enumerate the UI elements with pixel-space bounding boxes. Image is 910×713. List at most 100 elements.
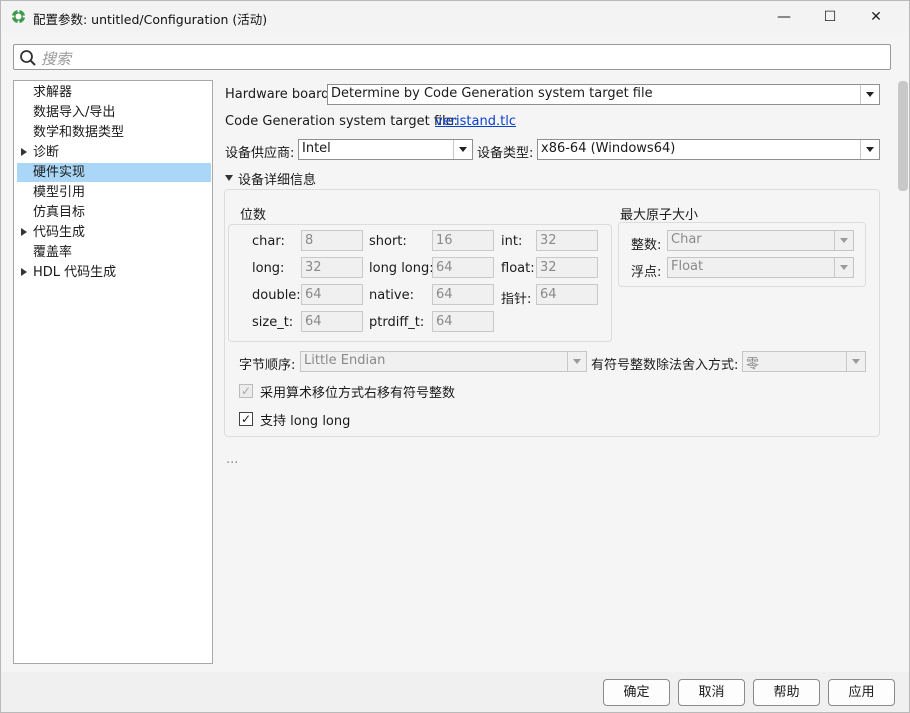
native-label: native: bbox=[369, 288, 414, 303]
sidebar-item-label: 代码生成 bbox=[33, 225, 86, 240]
bits-title: 位数 bbox=[240, 208, 267, 223]
atomic-integer-select: Char bbox=[667, 230, 854, 251]
pointer-label: 指针: bbox=[501, 292, 532, 307]
native-bits-field: 64 bbox=[432, 284, 494, 305]
int-division-label: 有符号整数除法舍入方式: bbox=[591, 358, 739, 373]
atomic-size-title: 最大原子大小 bbox=[620, 208, 699, 223]
config-params-window: 配置参数: untitled/Configuration (活动) — ☐ ✕ … bbox=[0, 0, 910, 713]
byte-order-select: Little Endian bbox=[300, 351, 587, 372]
device-vendor-label: 设备供应商: bbox=[225, 146, 295, 161]
byte-order-value: Little Endian bbox=[304, 353, 386, 368]
search-placeholder: 搜索 bbox=[41, 50, 72, 68]
search-input[interactable]: 搜索 bbox=[13, 44, 891, 70]
atomic-integer-value: Char bbox=[671, 232, 702, 247]
short-label: short: bbox=[369, 234, 407, 249]
double-bits-field: 64 bbox=[301, 284, 363, 305]
sidebar-item-label: 模型引用 bbox=[33, 185, 86, 200]
sidebar-item-label: 数据导入/导出 bbox=[33, 105, 116, 120]
sidebar-item-code-generation[interactable]: 代码生成 bbox=[17, 223, 211, 242]
atomic-integer-label: 整数: bbox=[631, 238, 662, 253]
sidebar-item-solver[interactable]: 求解器 bbox=[17, 83, 211, 102]
int-bits-field: 32 bbox=[536, 230, 598, 251]
device-details-group: 位数 char: 8 short: 16 int: 32 long: 32 lo… bbox=[224, 189, 880, 437]
char-bits-field: 8 bbox=[301, 230, 363, 251]
sidebar-item-label: 仿真目标 bbox=[33, 205, 86, 220]
maximize-button[interactable]: ☐ bbox=[807, 1, 853, 33]
sidebar-item-label: HDL 代码生成 bbox=[33, 265, 117, 280]
sidebar-item-hdl-code-generation[interactable]: HDL 代码生成 bbox=[17, 263, 211, 282]
target-file-link[interactable]: veristand.tlc bbox=[435, 114, 516, 129]
float-label: float: bbox=[501, 261, 535, 276]
double-label: double: bbox=[252, 288, 301, 303]
apply-button[interactable]: 应用 bbox=[828, 679, 895, 706]
char-label: char: bbox=[252, 234, 285, 249]
close-button[interactable]: ✕ bbox=[853, 1, 899, 33]
sidebar-item-label: 求解器 bbox=[33, 85, 73, 100]
target-file-label: Code Generation system target file: bbox=[225, 114, 459, 129]
support-long-long-label: 支持 long long bbox=[260, 414, 351, 429]
chevron-down-icon bbox=[860, 85, 879, 104]
sidebar-item-coverage[interactable]: 覆盖率 bbox=[17, 243, 211, 262]
ok-button[interactable]: 确定 bbox=[603, 679, 670, 706]
arithmetic-shift-checkbox: ✓ bbox=[239, 384, 253, 398]
chevron-down-icon bbox=[860, 140, 879, 159]
device-type-label: 设备类型: bbox=[477, 146, 534, 161]
chevron-down-icon bbox=[567, 352, 586, 371]
byte-order-label: 字节顺序: bbox=[239, 358, 296, 373]
sidebar-item-simulation-target[interactable]: 仿真目标 bbox=[17, 203, 211, 222]
device-details-label: 设备详细信息 bbox=[238, 172, 317, 188]
expand-arrow-icon[interactable] bbox=[21, 228, 27, 236]
title-bar: 配置参数: untitled/Configuration (活动) — ☐ ✕ bbox=[1, 1, 909, 33]
more-ellipsis: ... bbox=[226, 452, 239, 467]
window-title: 配置参数: untitled/Configuration (活动) bbox=[33, 12, 268, 27]
sidebar-item-label: 覆盖率 bbox=[33, 245, 73, 260]
ptrdiff-t-label: ptrdiff_t: bbox=[369, 315, 425, 330]
hardware-board-select[interactable]: Determine by Code Generation system targ… bbox=[327, 84, 880, 105]
sidebar-item-math-data-types[interactable]: 数学和数据类型 bbox=[17, 123, 211, 142]
device-vendor-value: Intel bbox=[302, 141, 331, 156]
chevron-down-icon bbox=[834, 231, 853, 250]
device-details-toggle[interactable]: 设备详细信息 bbox=[225, 170, 317, 188]
minimize-button[interactable]: — bbox=[761, 1, 807, 33]
hardware-board-label: Hardware board: bbox=[225, 87, 334, 102]
atomic-float-select: Float bbox=[667, 257, 854, 278]
ptrdiff-t-bits-field: 64 bbox=[432, 311, 494, 332]
hardware-implementation-panel: Hardware board: Determine by Code Genera… bbox=[215, 80, 895, 672]
chevron-down-icon bbox=[834, 258, 853, 277]
sidebar-item-data-import-export[interactable]: 数据导入/导出 bbox=[17, 103, 211, 122]
long-long-label: long long: bbox=[369, 261, 434, 276]
long-label: long: bbox=[252, 261, 285, 276]
pointer-bits-field: 64 bbox=[536, 284, 598, 305]
cancel-button[interactable]: 取消 bbox=[678, 679, 745, 706]
size-t-bits-field: 64 bbox=[301, 311, 363, 332]
long-long-bits-field: 64 bbox=[432, 257, 494, 278]
arithmetic-shift-label: 采用算术移位方式右移有符号整数 bbox=[260, 386, 456, 401]
float-bits-field: 32 bbox=[536, 257, 598, 278]
chevron-down-icon bbox=[846, 352, 865, 371]
app-icon bbox=[11, 9, 26, 24]
device-vendor-select[interactable]: Intel bbox=[298, 139, 473, 160]
sidebar-item-label: 诊断 bbox=[33, 145, 60, 160]
hardware-board-value: Determine by Code Generation system targ… bbox=[331, 86, 653, 101]
sidebar-item-label: 数学和数据类型 bbox=[33, 125, 125, 140]
device-type-select[interactable]: x86-64 (Windows64) bbox=[537, 139, 880, 160]
short-bits-field: 16 bbox=[432, 230, 494, 251]
sidebar-item-hardware-implementation[interactable]: 硬件实现 bbox=[17, 163, 211, 182]
expand-arrow-icon[interactable] bbox=[21, 148, 27, 156]
minimize-icon: — bbox=[777, 9, 791, 25]
sidebar-item-model-reference[interactable]: 模型引用 bbox=[17, 183, 211, 202]
support-long-long-checkbox[interactable]: ✓ bbox=[239, 412, 253, 426]
atomic-float-value: Float bbox=[671, 259, 704, 274]
expand-arrow-icon[interactable] bbox=[21, 268, 27, 276]
chevron-down-icon bbox=[453, 140, 472, 159]
long-bits-field: 32 bbox=[301, 257, 363, 278]
int-division-select: 零 bbox=[742, 351, 866, 372]
sidebar-item-label: 硬件实现 bbox=[33, 165, 86, 180]
maximize-icon: ☐ bbox=[823, 9, 837, 25]
category-tree: 求解器 数据导入/导出 数学和数据类型 诊断 硬件实现 模型引用 仿真目标 代码… bbox=[13, 80, 213, 664]
sidebar-item-diagnostics[interactable]: 诊断 bbox=[17, 143, 211, 162]
close-icon: ✕ bbox=[870, 9, 882, 25]
help-button[interactable]: 帮助 bbox=[753, 679, 820, 706]
int-division-value: 零 bbox=[746, 357, 760, 372]
vertical-scrollbar[interactable] bbox=[898, 81, 908, 191]
